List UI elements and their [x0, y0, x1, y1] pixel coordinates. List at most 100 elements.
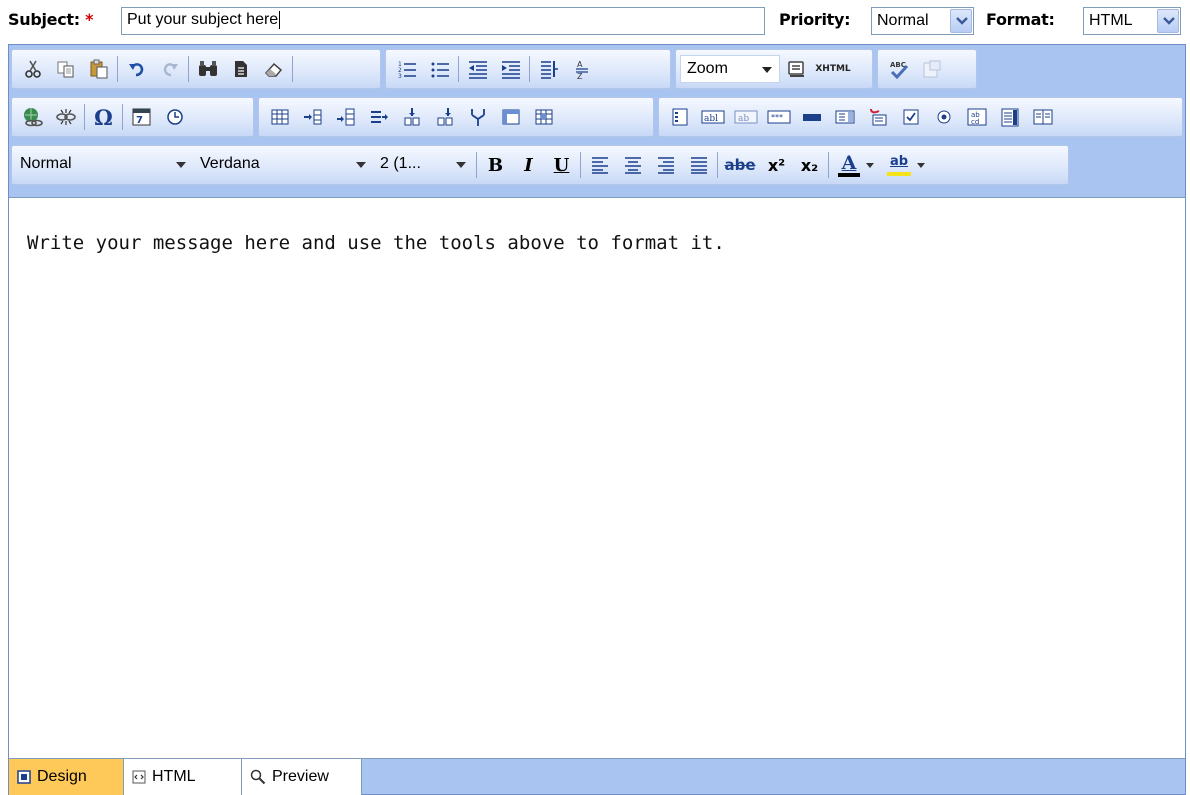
image-button-icon[interactable]: ab cd [960, 100, 993, 134]
font-size-value: 2 (1... [380, 155, 421, 172]
indent-icon[interactable] [494, 52, 527, 86]
svg-text:ab: ab [738, 114, 749, 124]
textbox-icon[interactable]: abl [696, 100, 729, 134]
special-character-icon[interactable]: Ω [87, 100, 120, 134]
toolbar-group-tools: ABC [877, 49, 977, 89]
unlink-icon[interactable] [49, 100, 82, 134]
toolbar-separator [122, 104, 123, 130]
cell-properties-icon[interactable] [527, 100, 560, 134]
form-icon[interactable] [663, 100, 696, 134]
zoom-label: Zoom [687, 60, 728, 77]
module-manager-icon[interactable] [780, 52, 813, 86]
superscript-button[interactable]: x² [760, 148, 793, 182]
spellcheck-icon[interactable]: ABC [882, 52, 915, 86]
align-left-icon[interactable] [583, 148, 616, 182]
insert-row-icon[interactable] [362, 100, 395, 134]
undo-icon[interactable] [120, 52, 153, 86]
toolbar-separator [529, 56, 530, 82]
justify-icon[interactable] [682, 148, 715, 182]
insert-column-left-icon[interactable] [296, 100, 329, 134]
toolbar-separator [717, 152, 718, 178]
xhtml-label: XHTML [815, 64, 851, 74]
align-right-icon[interactable] [649, 148, 682, 182]
toolbar-group-paragraph: 123 AZ [385, 49, 671, 89]
insert-row-above-icon[interactable] [395, 100, 428, 134]
align-center-icon[interactable] [616, 148, 649, 182]
table-properties-icon[interactable] [494, 100, 527, 134]
tab-html-label: HTML [152, 768, 196, 785]
password-field-icon[interactable]: *** [762, 100, 795, 134]
xhtml-validator-icon[interactable]: XHTML [813, 52, 853, 86]
toolbar-row-3: Normal Verdana 2 (1... B I U abe x² x₂ A… [9, 141, 1185, 189]
chevron-down-icon[interactable] [950, 9, 972, 33]
tab-design[interactable]: Design [9, 759, 124, 795]
textarea-icon[interactable] [993, 100, 1026, 134]
toolbar-group-insert: Ω 7 [11, 97, 254, 137]
strikethrough-button[interactable]: abe [720, 148, 760, 182]
cut-icon[interactable] [16, 52, 49, 86]
bulleted-list-icon[interactable] [423, 52, 456, 86]
insert-date-icon[interactable]: 7 [125, 100, 158, 134]
highlight-icon: ab [887, 154, 911, 176]
sort-icon[interactable]: AZ [565, 52, 598, 86]
dropdown-arrow-icon [762, 67, 772, 73]
paragraph-style-select[interactable]: Normal [14, 150, 194, 180]
find-icon[interactable] [191, 52, 224, 86]
subscript-button[interactable]: x₂ [793, 148, 826, 182]
split-cell-icon[interactable] [461, 100, 494, 134]
select-all-icon[interactable] [224, 52, 257, 86]
italic-button[interactable]: I [512, 148, 545, 182]
html-icon [132, 770, 146, 784]
paste-icon[interactable] [82, 52, 115, 86]
paragraph-style-value: Normal [20, 155, 72, 172]
redo-icon[interactable] [153, 52, 186, 86]
insert-time-icon[interactable] [158, 100, 191, 134]
insert-column-right-icon[interactable] [329, 100, 362, 134]
bold-button[interactable]: B [479, 148, 512, 182]
radio-button-icon[interactable] [927, 100, 960, 134]
strikethrough-label: abe [724, 156, 756, 174]
hidden-field-icon[interactable]: ab [729, 100, 762, 134]
format-select[interactable]: HTML [1083, 7, 1181, 35]
outdent-icon[interactable] [461, 52, 494, 86]
svg-text:abl: abl [704, 114, 718, 124]
checkbox-icon[interactable] [894, 100, 927, 134]
dropdown-arrow-icon[interactable] [917, 162, 925, 168]
numbered-list-icon[interactable]: 123 [390, 52, 423, 86]
underline-button[interactable]: U [545, 148, 578, 182]
paragraph-icon[interactable] [532, 52, 565, 86]
dropdown-arrow-icon [176, 162, 186, 168]
template-manager-icon[interactable] [915, 52, 948, 86]
font-name-value: Verdana [200, 155, 260, 172]
subject-input[interactable]: Put your subject here [121, 7, 765, 35]
priority-label: Priority: [779, 10, 851, 29]
zoom-select[interactable]: Zoom [680, 55, 780, 83]
hyperlink-icon[interactable] [16, 100, 49, 134]
button-field-icon[interactable] [795, 100, 828, 134]
font-size-select[interactable]: 2 (1... [374, 150, 474, 180]
required-mark: * [85, 10, 94, 29]
highlight-color-button[interactable]: ab [881, 148, 931, 182]
chevron-down-icon[interactable] [1157, 9, 1179, 33]
insert-row-below-icon[interactable] [428, 100, 461, 134]
tab-html[interactable]: HTML [124, 759, 242, 795]
priority-value: Normal [877, 12, 929, 29]
toolbar-separator [476, 152, 477, 178]
priority-select[interactable]: Normal [871, 7, 974, 35]
toolbar-separator [580, 152, 581, 178]
fieldset-icon[interactable] [1026, 100, 1059, 134]
tab-preview[interactable]: Preview [242, 759, 362, 795]
font-name-select[interactable]: Verdana [194, 150, 374, 180]
toolbar-group-forms: abl ab *** ab cd [658, 97, 1183, 137]
format-label: Format: [986, 10, 1055, 29]
insert-table-icon[interactable] [263, 100, 296, 134]
editor-body-text: Write your message here and use the tool… [27, 232, 725, 254]
eraser-icon[interactable] [257, 52, 290, 86]
dropdown-arrow-icon[interactable] [866, 162, 874, 168]
font-color-button[interactable]: A [831, 148, 881, 182]
editor-content-area[interactable]: Write your message here and use the tool… [9, 197, 1185, 758]
dropdown-field-icon[interactable] [861, 100, 894, 134]
listbox-icon[interactable] [828, 100, 861, 134]
svg-text:***: *** [771, 113, 783, 122]
copy-icon[interactable] [49, 52, 82, 86]
